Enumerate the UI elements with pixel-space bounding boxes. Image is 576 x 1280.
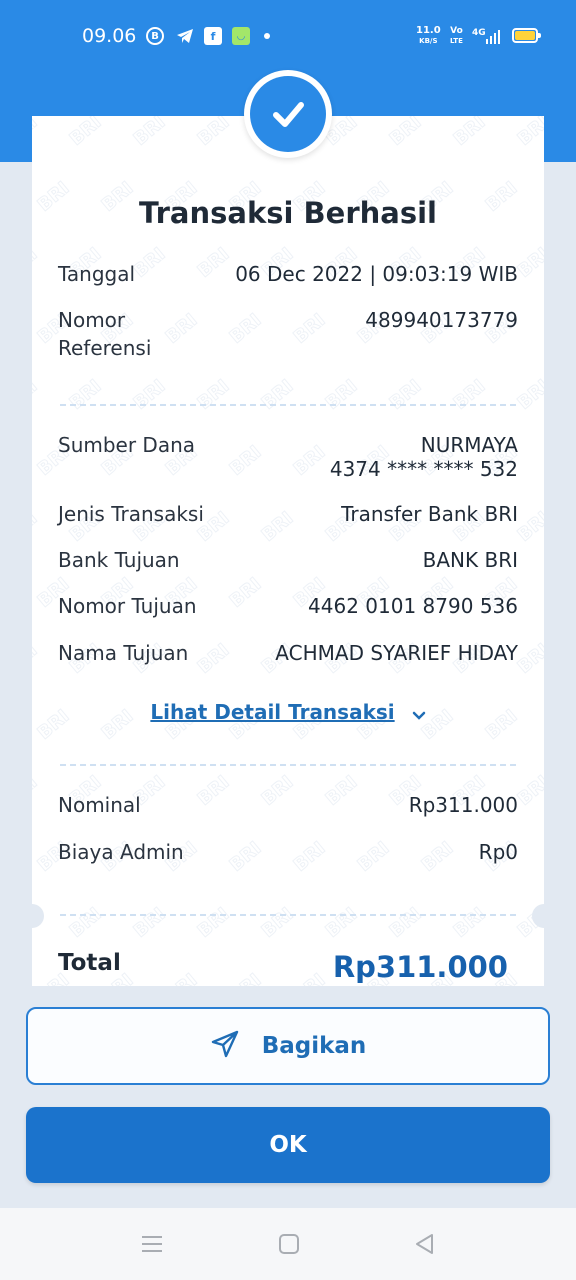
- watermark-logo: BRI: [290, 442, 330, 480]
- total-label: Total: [58, 950, 121, 976]
- network-type: 4G: [472, 28, 486, 38]
- watermark-logo: BRI: [226, 442, 266, 480]
- watermark-logo: BRI: [32, 376, 41, 414]
- volte-indicator: Vo LTE: [450, 26, 463, 46]
- network-speed-value: 11.0: [416, 25, 441, 36]
- watermark-logo: BRI: [32, 640, 41, 678]
- success-badge: [244, 70, 332, 158]
- row-label: Nominal: [58, 793, 141, 817]
- row-label: Biaya Admin: [58, 840, 184, 864]
- row-value: 4462 0101 8790 536: [308, 594, 518, 618]
- share-button[interactable]: Bagikan: [26, 1007, 550, 1085]
- receipt-notch-right: [532, 904, 556, 928]
- row-value: 489940173779: [365, 308, 518, 332]
- watermark-logo: BRI: [130, 376, 170, 414]
- check-icon: [250, 76, 326, 152]
- watermark-logo: BRI: [32, 772, 41, 810]
- watermark-logo: BRI: [322, 772, 362, 810]
- dashed-divider: [60, 404, 516, 406]
- chevron-down-icon: [412, 702, 426, 726]
- detail-link-label: Lihat Detail Transaksi: [150, 700, 395, 724]
- status-time: 09.06: [82, 25, 137, 47]
- watermark-logo: BRI: [290, 838, 330, 876]
- signal-icon: [486, 30, 500, 44]
- watermark-logo: BRI: [386, 376, 426, 414]
- volte-bottom: LTE: [450, 37, 463, 45]
- watermark-logo: BRI: [66, 904, 106, 942]
- row-value: Rp311.000: [408, 793, 518, 817]
- home-square-icon[interactable]: [277, 1232, 301, 1256]
- watermark-logo: BRI: [514, 508, 544, 546]
- watermark-logo: BRI: [258, 772, 298, 810]
- watermark-logo: BRI: [514, 772, 544, 810]
- watermark-logo: BRI: [514, 244, 544, 282]
- row-value: BANK BRI: [422, 548, 518, 572]
- watermark-logo: BRI: [194, 904, 234, 942]
- watermark-logo: BRI: [450, 904, 490, 942]
- watermark-logo: BRI: [514, 640, 544, 678]
- send-icon: [210, 1029, 240, 1063]
- network-speed: 11.0 KB/S: [416, 26, 441, 46]
- watermark-logo: BRI: [66, 376, 106, 414]
- watermark-logo: BRI: [290, 310, 330, 348]
- watermark-logo: BRI: [32, 508, 41, 546]
- system-nav-bar: [0, 1208, 576, 1280]
- source-account: 4374 **** **** 532: [329, 457, 518, 481]
- row-label: Sumber Dana: [58, 433, 196, 457]
- watermark-logo: BRI: [322, 376, 362, 414]
- dashed-divider: [60, 914, 516, 916]
- status-bar: 09.06 B f ◡ 11.0 KB/S Vo LTE 4G: [0, 0, 576, 72]
- watermark-logo: BRI: [290, 970, 330, 986]
- row-value: Rp0: [478, 840, 518, 864]
- dashed-divider: [60, 764, 516, 766]
- ok-button[interactable]: OK: [26, 1107, 550, 1183]
- receipt-notch-left: [20, 904, 44, 928]
- watermark-logo: BRI: [226, 310, 266, 348]
- watermark-logo: BRI: [386, 904, 426, 942]
- watermark-logo: BRI: [514, 376, 544, 414]
- row-label: Nomor Referensi: [58, 308, 152, 360]
- watermark-logo: BRI: [226, 970, 266, 986]
- battery-level: [515, 31, 535, 40]
- watermark-logo: BRI: [322, 904, 362, 942]
- watermark-logo: BRI: [418, 838, 458, 876]
- row-value: Transfer Bank BRI: [341, 502, 518, 526]
- watermark-logo: BRI: [450, 376, 490, 414]
- row-label: Bank Tujuan: [58, 548, 180, 572]
- shopping-app-icon: ◡: [232, 27, 250, 45]
- page-title: Transaksi Berhasil: [139, 196, 437, 230]
- more-notifications-dot: [264, 33, 270, 39]
- detail-transaction-link[interactable]: Lihat Detail Transaksi: [32, 700, 544, 726]
- telegram-icon: [176, 27, 194, 45]
- watermark-logo: BRI: [32, 244, 41, 282]
- watermark-logo: BRI: [226, 838, 266, 876]
- watermark-logo: BRI: [194, 376, 234, 414]
- volte-top: Vo: [450, 26, 463, 36]
- row-value: 06 Dec 2022 | 09:03:19 WIB: [235, 262, 518, 286]
- row-label: Tanggal: [58, 262, 136, 286]
- row-label: Nomor Tujuan: [58, 594, 197, 618]
- row-label: Jenis Transaksi: [58, 502, 204, 526]
- watermark-logo: BRI: [130, 904, 170, 942]
- watermark-logo: BRI: [258, 508, 298, 546]
- watermark-logo: BRI: [226, 574, 266, 612]
- battery-icon: [512, 28, 541, 43]
- watermark-logo: BRI: [258, 904, 298, 942]
- watermark-logo: BRI: [354, 838, 394, 876]
- row-value: ACHMAD SYARIEF HIDAY: [275, 641, 518, 665]
- facebook-icon: f: [204, 27, 222, 45]
- row-label: Nama Tujuan: [58, 641, 189, 665]
- menu-icon[interactable]: [140, 1232, 164, 1256]
- total-value: Rp311.000: [332, 950, 508, 984]
- watermark-logo: BRI: [162, 970, 202, 986]
- share-button-label: Bagikan: [261, 1033, 367, 1059]
- b-app-icon: B: [146, 27, 164, 45]
- network-speed-unit: KB/S: [419, 37, 438, 45]
- watermark-logo: BRI: [258, 376, 298, 414]
- back-triangle-icon[interactable]: [413, 1232, 437, 1256]
